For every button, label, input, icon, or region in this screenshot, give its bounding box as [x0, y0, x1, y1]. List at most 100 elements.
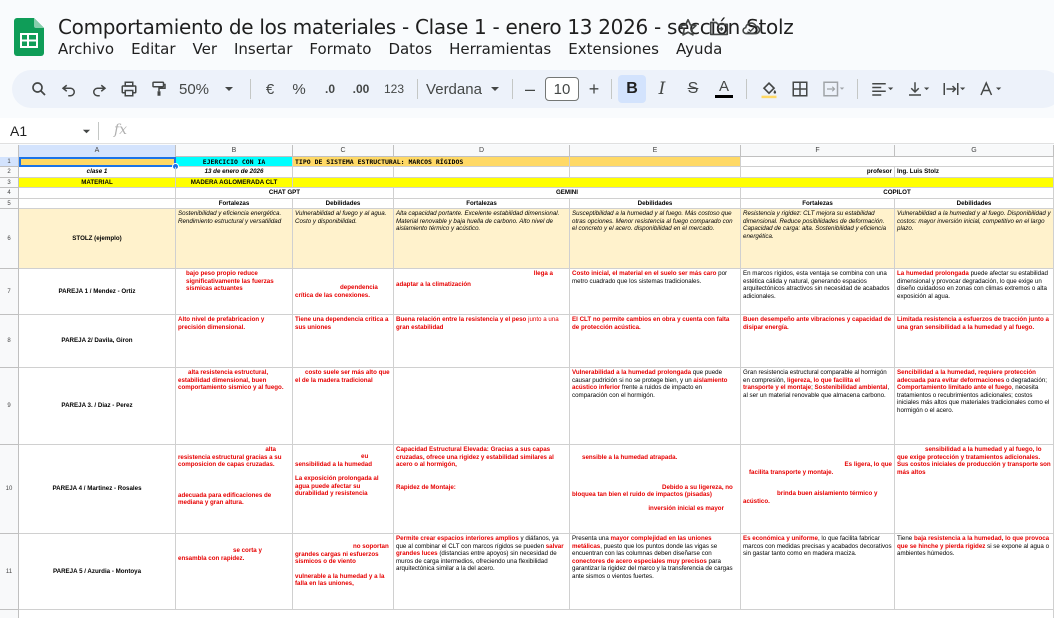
- cell-e9[interactable]: Vulnerabilidad a la humedad prolongada q…: [570, 368, 741, 445]
- cell-a1-selected[interactable]: [19, 157, 176, 167]
- cell-c8[interactable]: Tiene una dependencia critica a sus unio…: [293, 315, 394, 368]
- cell-e6[interactable]: Susceptibilidad a la humedad y al fuego.…: [570, 209, 741, 269]
- cell-d2[interactable]: [394, 167, 570, 178]
- cell-e1[interactable]: [570, 157, 741, 167]
- menu-editar[interactable]: Editar: [131, 40, 183, 58]
- cloud-saved-icon[interactable]: [740, 17, 762, 39]
- sheets-logo-icon[interactable]: [14, 18, 44, 56]
- font-dropdown-icon[interactable]: [484, 75, 506, 103]
- column-header-e[interactable]: E: [570, 145, 741, 157]
- cell-g10[interactable]: sensibilidad a la humedad y al fuego, lo…: [895, 445, 1054, 534]
- cell-a7[interactable]: PAREJA 1 / Mendez - Ortiz: [19, 269, 176, 315]
- column-header-d[interactable]: D: [394, 145, 570, 157]
- cell-g11[interactable]: Tiene baja resistencia a la humedad, lo …: [895, 534, 1054, 610]
- name-box-dropdown-icon[interactable]: [82, 127, 91, 136]
- cell-e7[interactable]: Costo inicial, el material en el suelo s…: [570, 269, 741, 315]
- cell-b5[interactable]: Fortalezas: [176, 199, 293, 209]
- redo-icon[interactable]: [84, 75, 114, 103]
- name-box[interactable]: A1: [10, 123, 91, 139]
- cell-e5[interactable]: Debilidades: [570, 199, 741, 209]
- cell-b11[interactable]: se corta y ensambla con rapidez.: [176, 534, 293, 610]
- cell-c7[interactable]: dependencia crítica de las conexiones.: [293, 269, 394, 315]
- bold-button[interactable]: B: [618, 75, 646, 103]
- horizontal-align-icon[interactable]: [864, 75, 900, 103]
- vertical-align-icon[interactable]: [900, 75, 936, 103]
- row-header-1[interactable]: 1: [0, 157, 19, 167]
- cell-d10[interactable]: Capacidad Estructural Elevada: Gracias a…: [394, 445, 570, 534]
- cell-b8[interactable]: Alto nivel de prefabricacion y precisión…: [176, 315, 293, 368]
- row-header-8[interactable]: 8: [0, 315, 19, 368]
- cell-e10[interactable]: sensible a la humedad atrapada. Debido a …: [570, 445, 741, 534]
- cell-d9[interactable]: [394, 368, 570, 445]
- row-header-2[interactable]: 2: [0, 167, 19, 178]
- cell-c6[interactable]: Vulnerabilidad al fuego y al agua. Costo…: [293, 209, 394, 269]
- search-menus-icon[interactable]: [24, 75, 54, 103]
- cell-f10[interactable]: Es ligera, lo que facilita transporte y m…: [741, 445, 895, 534]
- row-header-10[interactable]: 10: [0, 445, 19, 534]
- cell-b6[interactable]: Sostenibilidad y eficiencia energética. …: [176, 209, 293, 269]
- currency-format-button[interactable]: €: [257, 75, 283, 103]
- cell-d11[interactable]: Permite crear espacios interiores amplio…: [394, 534, 570, 610]
- cell-g9[interactable]: Sencibilidad a la humedad, requiere prot…: [895, 368, 1054, 445]
- menu-insertar[interactable]: Insertar: [234, 40, 300, 58]
- zoom-value[interactable]: 50%: [174, 75, 214, 103]
- decrease-font-size-button[interactable]: –: [519, 75, 541, 103]
- column-header-c[interactable]: C: [293, 145, 394, 157]
- menu-herramientas[interactable]: Herramientas: [449, 40, 559, 58]
- menu-ver[interactable]: Ver: [193, 40, 226, 58]
- cell-f8[interactable]: Buen desempeño ante vibraciones y capaci…: [741, 315, 895, 368]
- cell-g2[interactable]: Ing. Luis Stolz: [895, 167, 1054, 178]
- cell-e2[interactable]: [570, 167, 741, 178]
- column-header-f[interactable]: F: [741, 145, 895, 157]
- cell-a9[interactable]: PAREJA 3. / Diaz - Perez: [19, 368, 176, 445]
- cell-c10[interactable]: eu sensibilidad a la humedad La exposición…: [293, 445, 394, 534]
- cell-c1[interactable]: TIPO DE SISTEMA ESTRUCTURAL: MARCOS RÍGI…: [293, 157, 570, 167]
- row-header-11[interactable]: 11: [0, 534, 19, 610]
- cell-chatgpt[interactable]: CHAT GPT: [176, 188, 394, 199]
- formula-input[interactable]: [140, 120, 1040, 142]
- row-header-5[interactable]: 5: [0, 199, 19, 209]
- star-icon[interactable]: [677, 17, 699, 39]
- font-family-select[interactable]: Verdana: [424, 75, 484, 103]
- text-color-button[interactable]: A: [708, 75, 740, 103]
- cell-g6[interactable]: Vulnerabilidad a la humedad y al fuego. …: [895, 209, 1054, 269]
- cell-b10[interactable]: alta resistencia estructural gracias a su…: [176, 445, 293, 534]
- text-rotation-icon[interactable]: [972, 75, 1008, 103]
- row-header-7[interactable]: 7: [0, 269, 19, 315]
- cell-a11[interactable]: PAREJA 5 / Azurdia - Montoya: [19, 534, 176, 610]
- cell-d6[interactable]: Alta capacidad portante. Excelente estab…: [394, 209, 570, 269]
- column-header-b[interactable]: B: [176, 145, 293, 157]
- row-header-4[interactable]: 4: [0, 188, 19, 199]
- cell-b7[interactable]: bajo peso propio reduce significativamen…: [176, 269, 293, 315]
- cell-a10[interactable]: PAREJA 4 / Martinez - Rosales: [19, 445, 176, 534]
- increase-decimal-button[interactable]: .00: [345, 75, 377, 103]
- cell-a3[interactable]: MATERIAL: [19, 178, 176, 188]
- column-header-g[interactable]: G: [895, 145, 1054, 157]
- print-icon[interactable]: [114, 75, 144, 103]
- menu-formato[interactable]: Formato: [309, 40, 379, 58]
- cell-b9[interactable]: alta resistencia estructural, estabilida…: [176, 368, 293, 445]
- cell-g7[interactable]: La humedad prolongada puede afectar su e…: [895, 269, 1054, 315]
- fill-color-icon[interactable]: [753, 75, 785, 103]
- select-all-corner[interactable]: [0, 145, 19, 157]
- cell-f1[interactable]: [741, 157, 1054, 167]
- cell-g8[interactable]: Limitada resistencia a esfuerzos de trac…: [895, 315, 1054, 368]
- menu-extensiones[interactable]: Extensiones: [568, 40, 667, 58]
- cell-a8[interactable]: PAREJA 2/ Davila, Giron: [19, 315, 176, 368]
- cell-b2[interactable]: 13 de enero de 2026: [176, 167, 293, 178]
- cell-c2[interactable]: [293, 167, 394, 178]
- zoom-dropdown-icon[interactable]: [214, 75, 244, 103]
- cell-gemini[interactable]: GEMINI: [394, 188, 741, 199]
- spreadsheet-grid[interactable]: A B C D E F G 1 2 3 4 5 6 7 8 9 10 11 EJ…: [0, 145, 1054, 618]
- font-size-input[interactable]: 10: [545, 77, 579, 101]
- increase-font-size-button[interactable]: +: [583, 75, 605, 103]
- row-header-9[interactable]: 9: [0, 368, 19, 445]
- cell-row12[interactable]: [19, 610, 1054, 618]
- cell-d7[interactable]: llega a adaptar a la climatización: [394, 269, 570, 315]
- cell-d5[interactable]: Fortalezas: [394, 199, 570, 209]
- strikethrough-button[interactable]: S: [678, 75, 708, 103]
- paint-format-icon[interactable]: [144, 75, 174, 103]
- cell-a4[interactable]: [19, 188, 176, 199]
- cell-f9[interactable]: Gran resistencia estructural comparable …: [741, 368, 895, 445]
- undo-icon[interactable]: [54, 75, 84, 103]
